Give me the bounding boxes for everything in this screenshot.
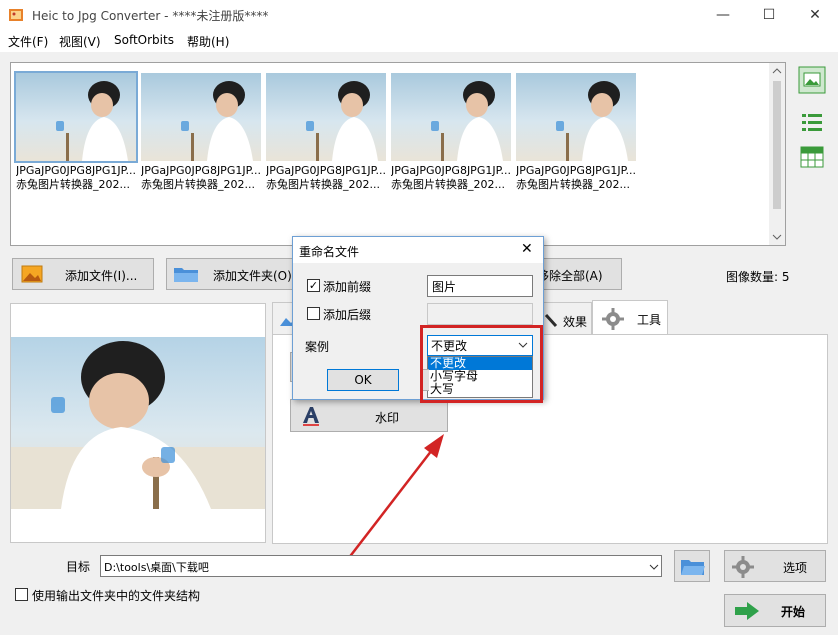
target-label: 目标: [66, 560, 91, 574]
annotation-arrow-icon: [337, 434, 444, 573]
gear-icon: [732, 556, 754, 578]
chevron-down-icon: [649, 564, 659, 570]
folder-structure-label: 使用输出文件夹中的文件夹结构: [32, 589, 201, 603]
browse-folder-button[interactable]: [674, 550, 710, 582]
options-button[interactable]: 选项: [724, 550, 826, 582]
target-path-combobox[interactable]: D:\tools\桌面\下载吧: [100, 555, 662, 577]
folder-structure-checkbox[interactable]: [15, 588, 28, 601]
start-button[interactable]: 开始: [724, 594, 826, 627]
arrow-right-icon: [735, 602, 759, 620]
folder-open-icon: [681, 560, 705, 575]
